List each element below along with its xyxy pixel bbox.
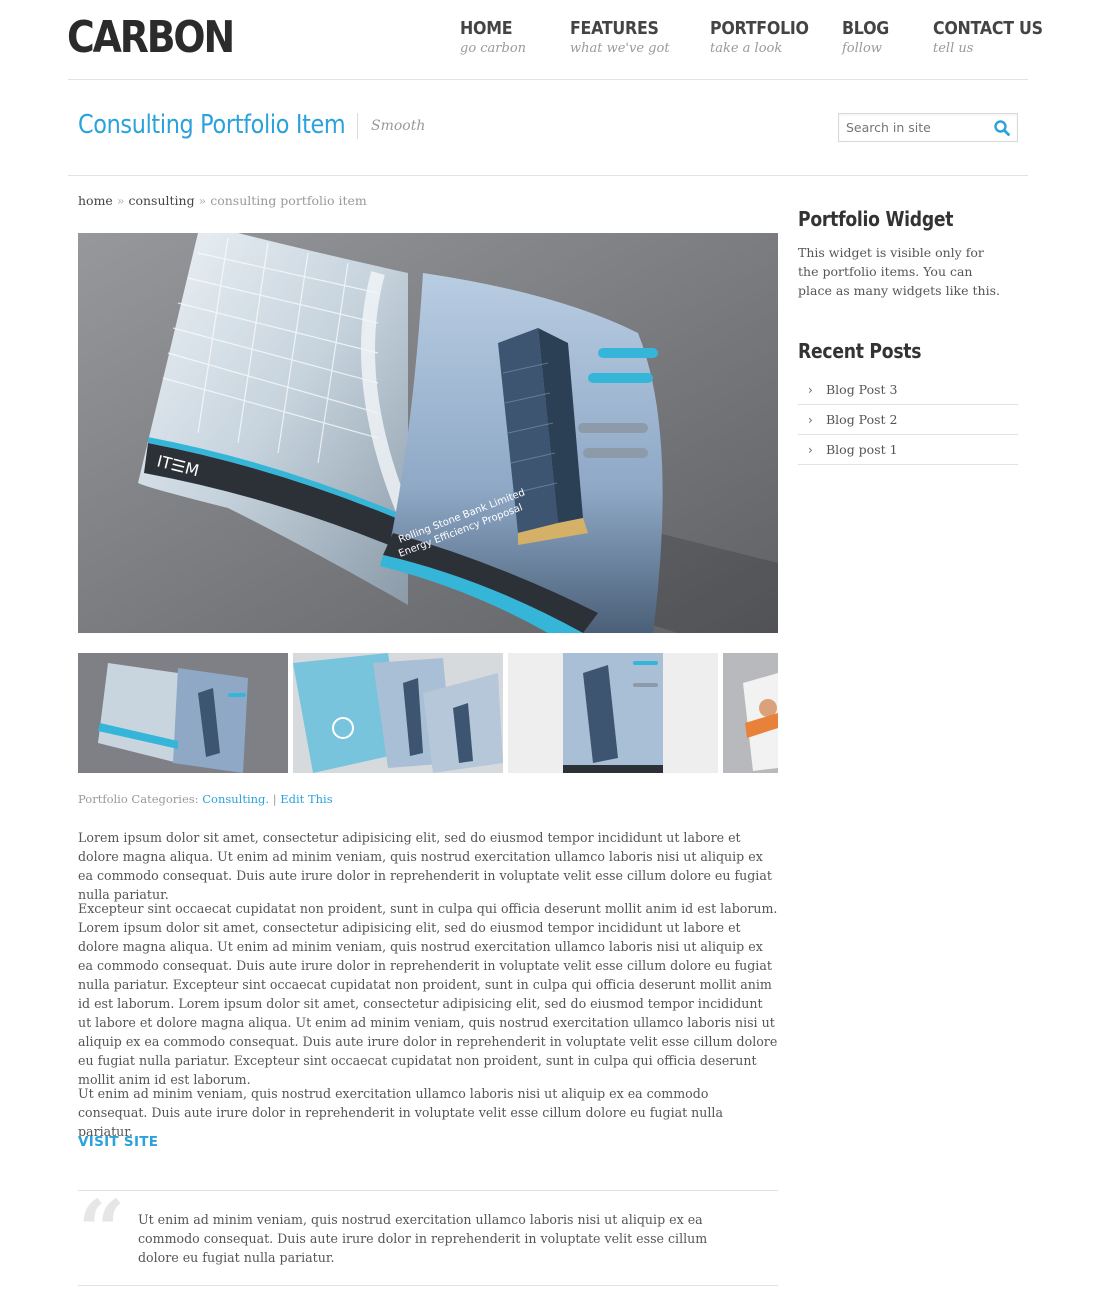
edit-link[interactable]: Edit This — [280, 792, 332, 806]
category-link[interactable]: Consulting. — [202, 792, 269, 806]
site-logo[interactable]: CARBON — [67, 12, 235, 63]
recent-posts-list: › Blog Post 3 › Blog Post 2 › Blog post … — [798, 375, 1018, 465]
visit-site-link[interactable]: VISIT SITE — [78, 1134, 158, 1150]
blockquote-text: Ut enim ad minim veniam, quis nostrud ex… — [138, 1212, 708, 1265]
nav-item-title: CONTACT US — [933, 18, 1043, 39]
recent-post-item[interactable]: › Blog post 1 — [798, 435, 1018, 465]
nav-item-blog[interactable]: BLOG follow — [842, 18, 895, 56]
recent-post-link[interactable]: Blog Post 2 — [826, 412, 897, 427]
nav-item-subtitle: go carbon — [460, 41, 527, 56]
nav-item-subtitle: take a look — [710, 41, 783, 56]
breadcrumb-separator: » — [116, 193, 125, 208]
breadcrumb-home-link[interactable]: home — [78, 193, 113, 208]
categories-label: Portfolio Categories: — [78, 792, 199, 806]
nav-item-portfolio[interactable]: PORTFOLIO take a look — [710, 18, 822, 56]
recent-post-link[interactable]: Blog post 1 — [826, 442, 898, 457]
chevron-right-icon: › — [808, 413, 813, 427]
breadcrumb-category-link[interactable]: consulting — [128, 193, 194, 208]
recent-posts-title: Recent Posts — [798, 339, 922, 363]
header-divider — [68, 79, 1028, 80]
nav-item-title: FEATURES — [570, 18, 659, 39]
meta-divider: | — [272, 792, 277, 806]
recent-post-link[interactable]: Blog Post 3 — [826, 382, 897, 397]
thumbnail-image — [723, 653, 778, 773]
thumbnail-image — [78, 653, 288, 773]
nav-item-subtitle: follow — [842, 41, 882, 56]
recent-post-item[interactable]: › Blog Post 3 — [798, 375, 1018, 405]
content-paragraph: Lorem ipsum dolor sit amet, consectetur … — [78, 830, 772, 902]
page-subtitle: Smooth — [371, 118, 426, 134]
quote-bottom-divider — [78, 1285, 778, 1286]
page-title: Consulting Portfolio Item — [78, 110, 346, 140]
nav-item-subtitle: tell us — [933, 41, 974, 56]
portfolio-widget-title: Portfolio Widget — [798, 207, 954, 231]
thumbnail-1[interactable] — [78, 653, 288, 773]
nav-item-subtitle: what we've got — [570, 41, 670, 56]
content-paragraph: Ut enim ad minim veniam, quis nostrud ex… — [78, 1086, 723, 1139]
brochure-mockup-illustration: IT☰M Rolling Stone Bank Limited Energy E… — [78, 233, 778, 633]
nav-item-title: HOME — [460, 18, 513, 39]
portfolio-meta: Portfolio Categories: Consulting. | Edit… — [78, 792, 333, 806]
chevron-right-icon: › — [808, 383, 813, 397]
thumbnail-4[interactable] — [723, 653, 778, 773]
thumbnail-3[interactable] — [508, 653, 718, 773]
thumbnail-image — [293, 653, 503, 773]
search-icon[interactable] — [993, 119, 1011, 137]
content-paragraph: Excepteur sint occaecat cupidatat non pr… — [78, 901, 778, 1087]
nav-item-title: PORTFOLIO — [710, 18, 809, 39]
breadcrumb-current: consulting portfolio item — [210, 193, 367, 208]
thumbnail-image — [508, 653, 718, 773]
nav-item-features[interactable]: FEATURES what we've got — [570, 18, 671, 56]
chevron-right-icon: › — [808, 443, 813, 457]
thumbnail-2[interactable] — [293, 653, 503, 773]
nav-item-home[interactable]: HOME go carbon — [460, 18, 526, 56]
portfolio-main-image[interactable]: IT☰M Rolling Stone Bank Limited Energy E… — [78, 233, 778, 633]
title-bar-divider — [68, 175, 1028, 176]
search-box — [838, 113, 1018, 142]
nav-item-title: BLOG — [842, 18, 890, 39]
recent-post-item[interactable]: › Blog Post 2 — [798, 405, 1018, 435]
portfolio-widget-text: This widget is visible only for the port… — [798, 245, 1000, 298]
nav-item-contact[interactable]: CONTACT US tell us — [933, 18, 1058, 56]
quote-icon: “ — [78, 1183, 126, 1279]
search-input[interactable] — [839, 114, 989, 141]
breadcrumb-separator: » — [198, 193, 207, 208]
quote-top-divider — [78, 1190, 778, 1191]
title-divider — [357, 113, 358, 139]
breadcrumb: home » consulting » consulting portfolio… — [78, 193, 367, 208]
